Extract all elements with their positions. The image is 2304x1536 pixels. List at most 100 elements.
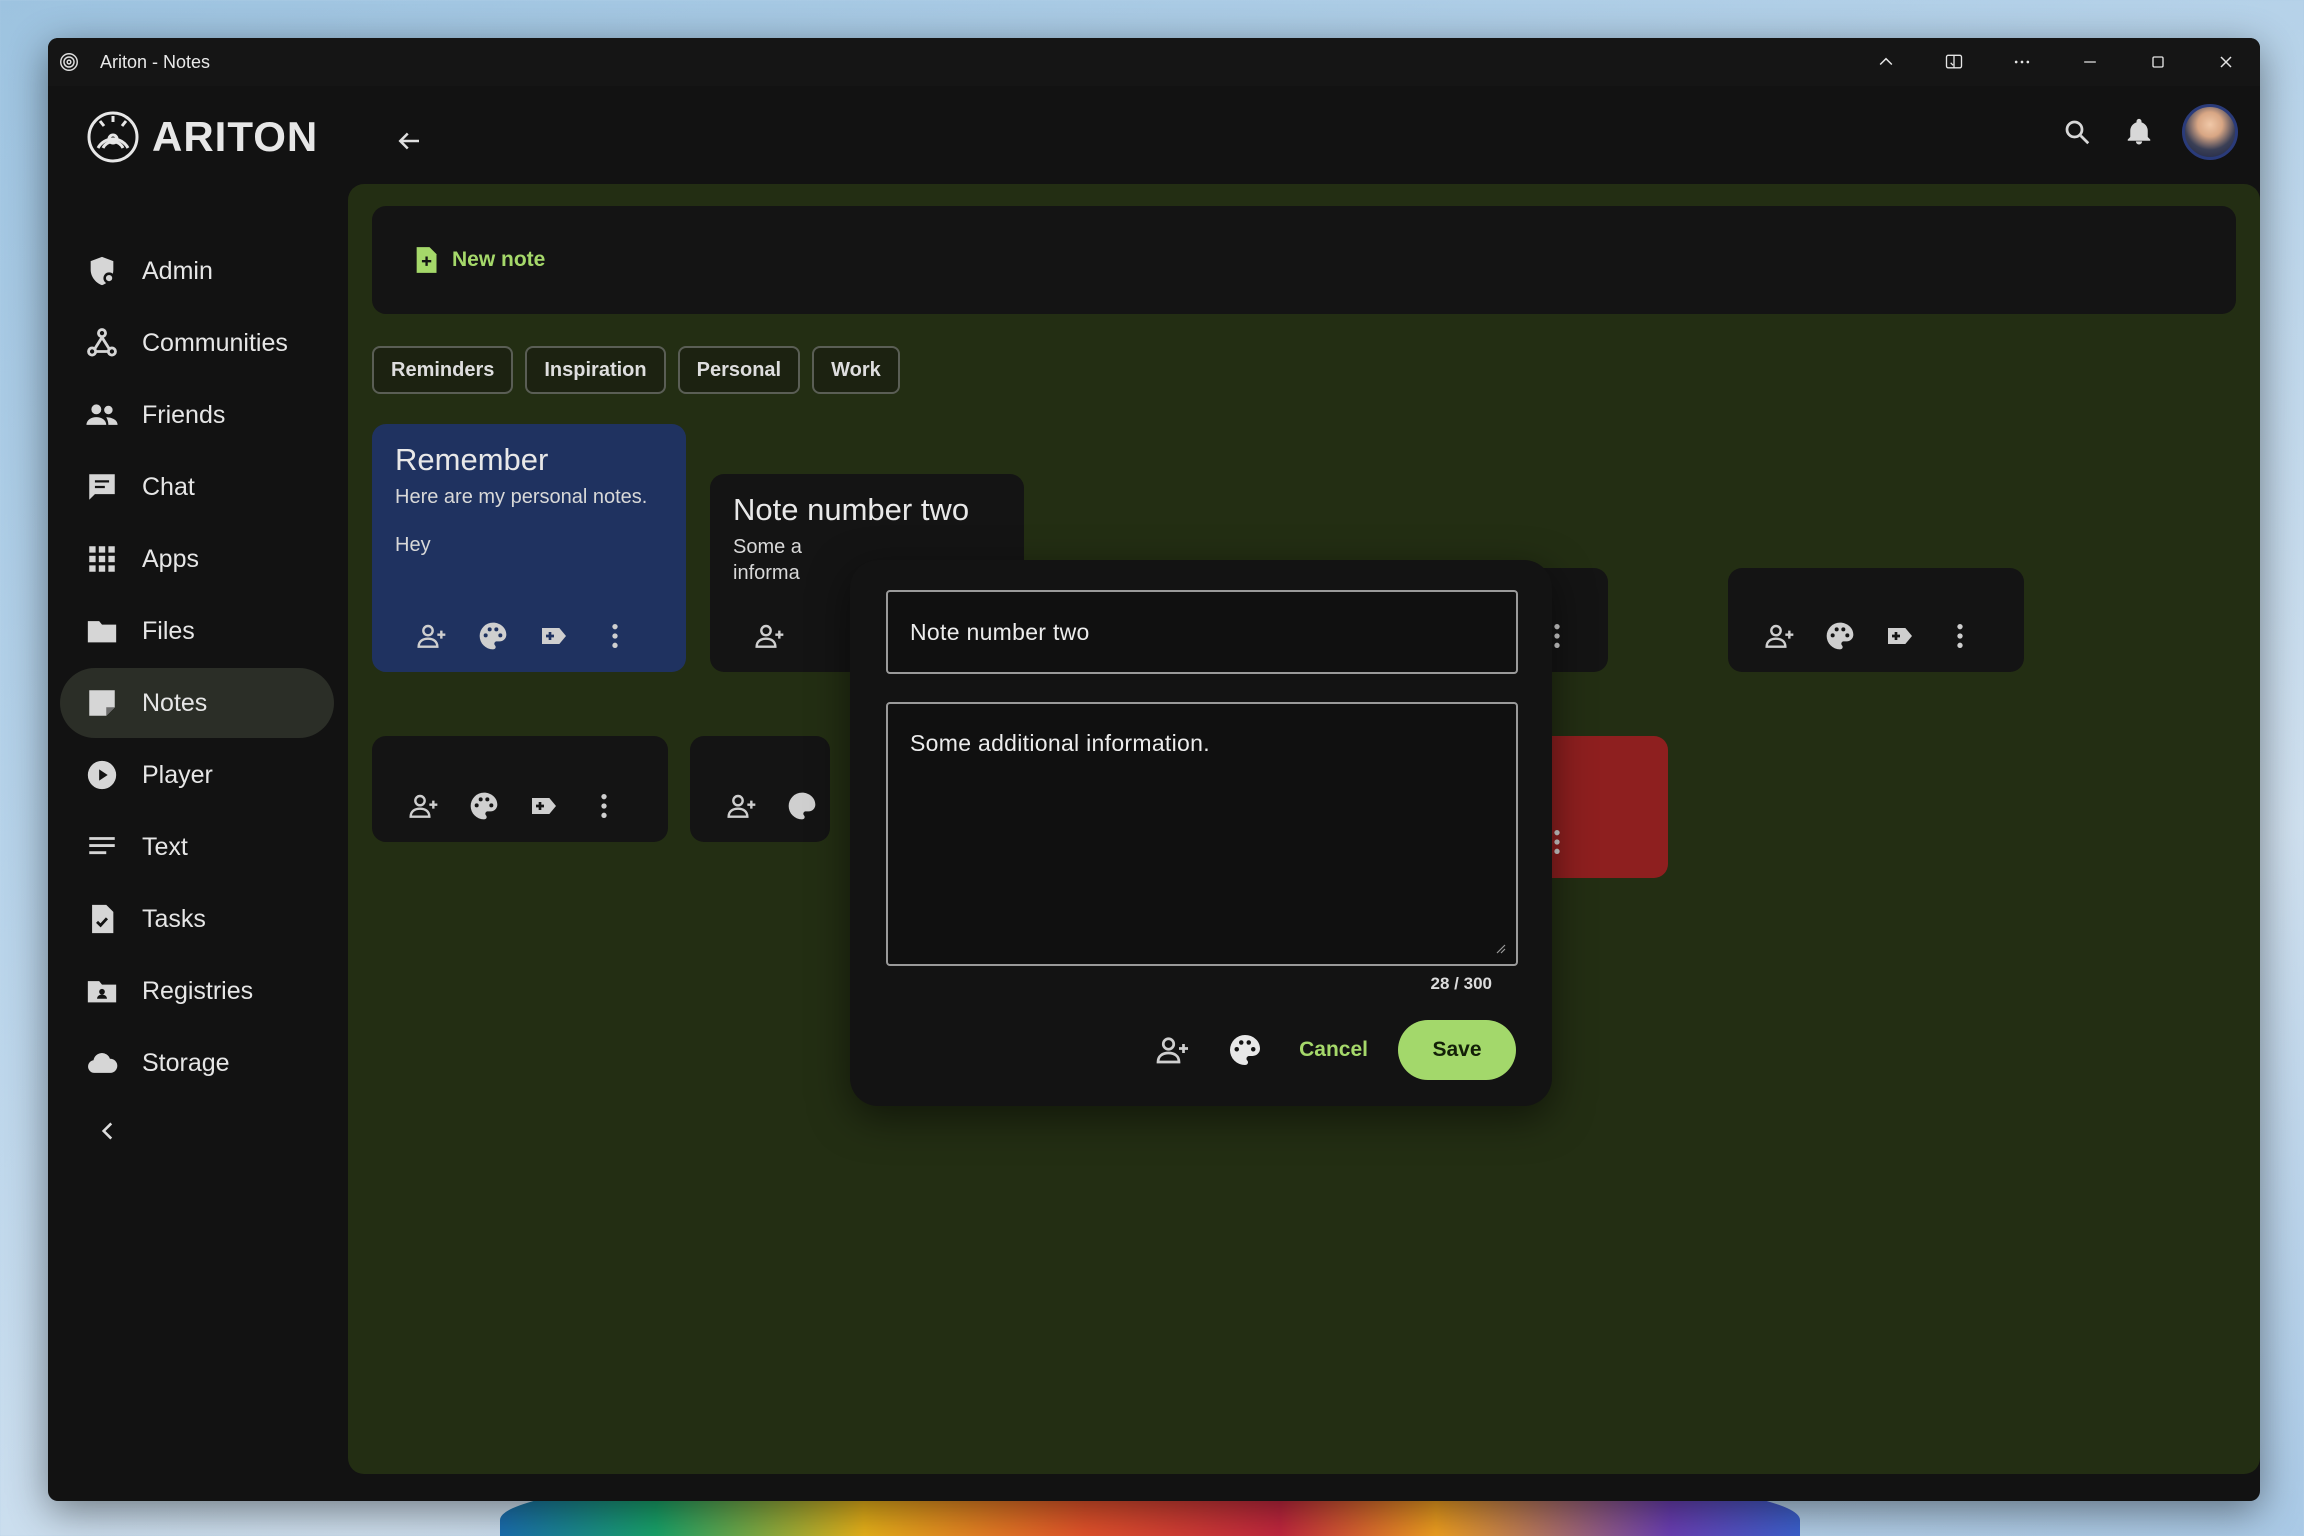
cast-icon[interactable]: [1920, 38, 1988, 86]
notes-icon: [84, 685, 120, 721]
sidebar-item-label: Friends: [142, 400, 226, 429]
sidebar-item-storage[interactable]: Storage: [60, 1028, 334, 1098]
filter-chip-inspiration[interactable]: Inspiration: [525, 346, 666, 394]
sidebar-item-label: Storage: [142, 1048, 230, 1077]
friends-icon: [84, 397, 120, 433]
close-button[interactable]: [2192, 38, 2260, 86]
sidebar-item-player[interactable]: Player: [60, 740, 334, 810]
folder-icon: [84, 613, 120, 649]
add-collaborator-button[interactable]: [1149, 1026, 1197, 1074]
more-vertical-icon[interactable]: [586, 788, 622, 824]
search-icon: [2065, 120, 2090, 145]
avatar[interactable]: [2182, 104, 2238, 160]
note-body: Here are my personal notes.: [395, 486, 648, 508]
note-body-textarea[interactable]: Some additional information.: [886, 702, 1518, 966]
note-body: Some a: [733, 536, 802, 558]
save-button[interactable]: Save: [1398, 1020, 1516, 1080]
app-window: Ariton - Notes ARITON Admin Communities …: [48, 38, 2260, 1501]
palette-icon[interactable]: [475, 618, 511, 654]
character-counter: 28 / 300: [1430, 974, 1492, 993]
sidebar-item-label: Notes: [142, 688, 208, 717]
window-title: Ariton - Notes: [100, 51, 211, 72]
sidebar-item-friends[interactable]: Friends: [60, 380, 334, 450]
sidebar-item-label: Text: [142, 832, 188, 861]
sidebar-item-notes[interactable]: Notes: [60, 668, 334, 738]
add-label-icon[interactable]: [1882, 618, 1918, 654]
filter-chip-personal[interactable]: Personal: [677, 346, 801, 394]
sidebar-item-label: Apps: [142, 544, 199, 573]
sidebar-item-text[interactable]: Text: [60, 812, 334, 882]
cancel-button[interactable]: Cancel: [1299, 1038, 1368, 1062]
chevron-left-icon: [101, 1122, 113, 1140]
brand-name: ARITON: [152, 113, 319, 160]
minimize-button[interactable]: [2056, 38, 2124, 86]
ariton-logo-icon: [87, 111, 139, 163]
sidebar-item-label: Admin: [142, 256, 213, 285]
sidebar-item-apps[interactable]: Apps: [60, 524, 334, 594]
note-card[interactable]: [372, 736, 668, 842]
maximize-button[interactable]: [2124, 38, 2192, 86]
sidebar-item-label: Tasks: [142, 904, 206, 933]
note-card[interactable]: Remember Here are my personal notes. Hey: [372, 424, 686, 672]
sidebar-item-label: Player: [142, 760, 213, 789]
search-button[interactable]: [2058, 113, 2096, 151]
add-collaborator-icon: [1156, 1037, 1189, 1064]
add-collaborator-icon[interactable]: [1762, 618, 1798, 654]
more-vertical-icon[interactable]: [597, 618, 633, 654]
new-note-bar[interactable]: New note: [372, 206, 2236, 314]
bell-icon: [2127, 118, 2151, 145]
palette-icon: [1230, 1035, 1261, 1065]
add-collaborator-icon[interactable]: [752, 618, 788, 654]
chevron-up-icon[interactable]: [1852, 38, 1920, 86]
apps-icon: [84, 541, 120, 577]
play-icon: [84, 757, 120, 793]
note-title: Note number two: [733, 492, 970, 527]
add-collaborator-icon[interactable]: [724, 788, 760, 824]
sidebar-item-label: Registries: [142, 976, 254, 1005]
palette-icon[interactable]: [466, 788, 502, 824]
sidebar: Admin Communities Friends Chat Apps File…: [48, 196, 348, 1501]
sidebar-item-label: Chat: [142, 472, 195, 501]
new-note-label: New note: [452, 248, 546, 271]
palette-icon[interactable]: [784, 788, 820, 824]
filter-chip-work[interactable]: Work: [812, 346, 900, 394]
sidebar-item-communities[interactable]: Communities: [60, 308, 334, 378]
cloud-icon: [84, 1045, 120, 1081]
chat-icon: [84, 469, 120, 505]
collapse-sidebar-button[interactable]: [88, 1111, 128, 1151]
color-button[interactable]: [1221, 1026, 1269, 1074]
brand-logo[interactable]: ARITON: [86, 110, 318, 164]
new-note-button[interactable]: New note: [414, 246, 545, 274]
more-vertical-icon[interactable]: [1942, 618, 1978, 654]
note-card[interactable]: [1728, 568, 2024, 672]
back-button[interactable]: [384, 116, 434, 166]
sidebar-item-chat[interactable]: Chat: [60, 452, 334, 522]
note-title: Remember: [395, 442, 549, 477]
sidebar-item-files[interactable]: Files: [60, 596, 334, 666]
arrow-left-icon: [398, 132, 419, 150]
label-filters: Reminders Inspiration Personal Work: [372, 346, 900, 394]
add-collaborator-icon[interactable]: [406, 788, 442, 824]
filter-chip-reminders[interactable]: Reminders: [372, 346, 514, 394]
add-label-icon[interactable]: [536, 618, 572, 654]
note-body-value: Some additional information.: [910, 730, 1210, 756]
registries-icon: [84, 973, 120, 1009]
sidebar-item-admin[interactable]: Admin: [60, 236, 334, 306]
text-icon: [84, 829, 120, 865]
notifications-button[interactable]: [2120, 113, 2158, 151]
note-card[interactable]: [690, 736, 830, 842]
add-collaborator-icon[interactable]: [414, 618, 450, 654]
sidebar-item-tasks[interactable]: Tasks: [60, 884, 334, 954]
app-logo-icon: [60, 53, 78, 71]
add-label-icon[interactable]: [526, 788, 562, 824]
resize-handle-icon[interactable]: [1494, 942, 1506, 954]
admin-icon: [84, 253, 120, 289]
tasks-icon: [84, 901, 120, 937]
note-extra: Hey: [395, 534, 431, 556]
sidebar-item-registries[interactable]: Registries: [60, 956, 334, 1026]
palette-icon[interactable]: [1822, 618, 1858, 654]
title-bar: Ariton - Notes: [48, 38, 2260, 86]
edit-note-dialog: Note number two Some additional informat…: [850, 560, 1552, 1106]
more-horizontal-icon[interactable]: [1988, 38, 2056, 86]
note-title-input[interactable]: Note number two: [886, 590, 1518, 674]
